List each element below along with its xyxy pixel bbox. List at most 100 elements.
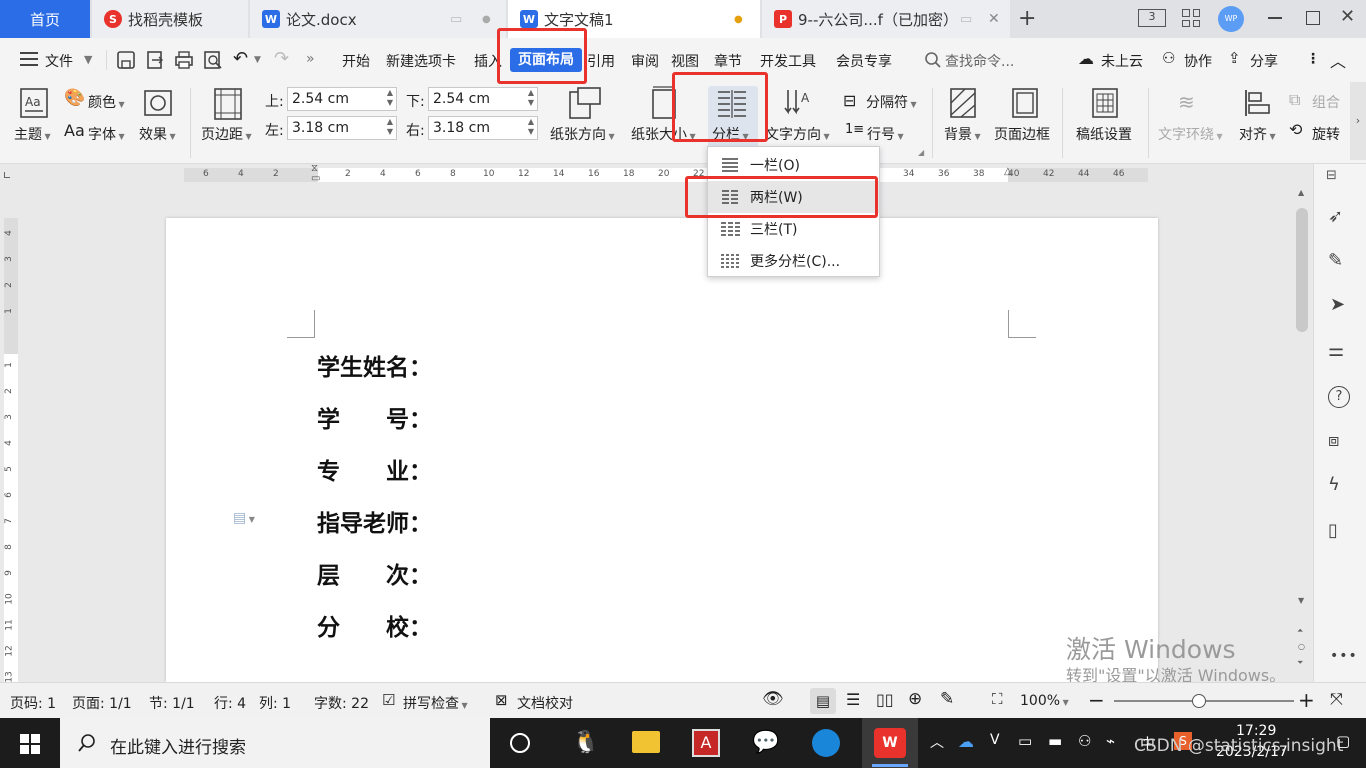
doc-line-student-id[interactable]: 学 号：	[317, 400, 432, 434]
orientation-button[interactable]: 纸张方向 ▼	[550, 124, 615, 144]
menu-chapter[interactable]: 章节	[714, 51, 742, 71]
eye-protect-icon[interactable]: 👁	[762, 689, 784, 709]
menu-start[interactable]: 开始	[342, 51, 370, 71]
avatar[interactable]: WP	[1218, 6, 1244, 32]
tab-home[interactable]: 首页	[0, 0, 90, 38]
chevron-down-icon[interactable]: ▼	[84, 53, 92, 66]
outline-view-icon[interactable]: ☰	[846, 690, 860, 709]
tray-app-icon[interactable]: V	[990, 732, 1000, 748]
layout-3-icon[interactable]: 3	[1138, 9, 1166, 27]
section-info[interactable]: 节: 1/1	[149, 693, 195, 713]
zoom-slider[interactable]	[1114, 694, 1294, 708]
close-icon[interactable]: ✕	[988, 11, 1000, 27]
doc-line-level[interactable]: 层 次：	[317, 556, 432, 590]
write-mode-icon[interactable]: ✎	[940, 689, 954, 709]
menu-developer[interactable]: 开发工具	[760, 51, 816, 71]
left-margin-input[interactable]: 3.18 cm ▲ ▼	[287, 116, 397, 140]
print-preview-icon[interactable]	[203, 50, 223, 70]
scroll-down-icon[interactable]: ▼	[1298, 596, 1304, 605]
close-window-button[interactable]: ✕	[1340, 6, 1355, 27]
menu-references[interactable]: 引用	[587, 51, 615, 71]
command-search-input[interactable]: 查找命令...	[945, 51, 1014, 71]
menu-membership[interactable]: 会员专享	[836, 51, 892, 71]
qq-icon[interactable]: 🐧	[572, 730, 599, 755]
file-explorer-icon[interactable]	[632, 731, 660, 753]
zoom-level[interactable]: 100% ▼	[1020, 693, 1069, 709]
page-code[interactable]: 页码: 1	[10, 693, 56, 713]
edge-icon[interactable]	[812, 729, 840, 757]
top-margin-input[interactable]: 2.54 cm ▲ ▼	[287, 87, 397, 111]
wechat-icon[interactable]: 💬	[752, 730, 779, 755]
expand-icon[interactable]: ◢	[918, 148, 924, 157]
orientation-icon[interactable]	[568, 86, 602, 120]
tray-expand-icon[interactable]: ︿	[930, 732, 944, 752]
scroll-thumb[interactable]	[1296, 208, 1308, 332]
pen-icon[interactable]: ✎	[1328, 250, 1343, 271]
taskbar-search-box[interactable]: 在此键入进行搜索	[60, 718, 490, 768]
wps-taskbar-button[interactable]: W	[862, 718, 918, 768]
text-direction-icon[interactable]: A	[783, 88, 813, 118]
onedrive-icon[interactable]: ☁	[958, 732, 974, 751]
doc-line-student-name[interactable]: 学生姓名：	[317, 348, 432, 382]
share-button[interactable]: 分享	[1250, 51, 1278, 71]
color-button[interactable]: 颜色 ▼	[88, 92, 125, 112]
fit-page-icon[interactable]: ⛶	[992, 690, 1003, 708]
ribbon-scroll-right-button[interactable]: ›	[1350, 82, 1366, 160]
align-button[interactable]: 对齐 ▼	[1239, 124, 1276, 144]
menu-review[interactable]: 审阅	[631, 51, 659, 71]
row-info[interactable]: 行: 4	[214, 693, 246, 713]
scroll-up-icon[interactable]: ▲	[1298, 188, 1304, 197]
zoom-out-button[interactable]: −	[1088, 688, 1105, 712]
margins-icon[interactable]	[214, 88, 242, 120]
acrobat-icon[interactable]: A	[692, 729, 720, 757]
horizontal-ruler[interactable]: 6 4 2 2 4 6 8 10 12 14 16 18 20 22 34 36…	[0, 164, 1313, 186]
rotate-button[interactable]: 旋转	[1312, 124, 1340, 144]
tab-pdf[interactable]: P 9--六公司...f（已加密） ▭ ✕	[762, 0, 1010, 38]
page-count[interactable]: 页面: 1/1	[72, 693, 132, 713]
bottom-margin-input[interactable]: 2.54 cm ▲ ▼	[428, 87, 538, 111]
line-numbers-button[interactable]: 行号 ▼	[867, 124, 904, 144]
right-margin-input[interactable]: 3.18 cm ▲ ▼	[428, 116, 538, 140]
tab-lunwen[interactable]: W 论文.docx ▭ ●	[250, 0, 506, 38]
group-button[interactable]: 组合	[1312, 92, 1340, 112]
more-options-icon[interactable]: ⋮	[1306, 51, 1320, 67]
export-icon[interactable]	[145, 50, 165, 70]
task-view-icon[interactable]	[510, 733, 530, 753]
right-indent-icon[interactable]: △	[1004, 166, 1012, 177]
help-icon[interactable]: ?	[1328, 386, 1350, 408]
web-view-icon[interactable]: ⊕	[908, 689, 922, 709]
restore-button[interactable]	[1306, 11, 1320, 25]
windows-start-icon[interactable]	[20, 734, 40, 754]
collapse-ribbon-icon[interactable]: ︿	[1330, 48, 1346, 72]
background-icon[interactable]	[950, 88, 976, 118]
cursor-icon[interactable]: ➤	[1330, 294, 1345, 315]
grid-apps-icon[interactable]	[1182, 9, 1200, 27]
theme-icon[interactable]: Aa	[20, 88, 48, 118]
print-icon[interactable]	[174, 50, 194, 70]
wrap-button[interactable]: 文字环绕 ▼	[1158, 124, 1223, 144]
paragraph-handle-icon[interactable]: ▤ ▼	[233, 510, 255, 526]
menu-view[interactable]: 视图	[671, 51, 699, 71]
vertical-scrollbar[interactable]: ▲ ▼ ⏶ ○ ⏷	[1294, 186, 1310, 682]
zoom-slider-thumb[interactable]	[1192, 694, 1206, 708]
reading-view-icon[interactable]: ▯▯	[876, 690, 894, 709]
doc-line-major[interactable]: 专 业：	[317, 452, 432, 486]
undo-icon[interactable]: ↶	[233, 48, 248, 69]
redo-icon[interactable]: ↷	[274, 48, 289, 69]
menu-new-tab[interactable]: 新建选项卡	[386, 51, 456, 71]
page-view-icon[interactable]: ▤	[810, 688, 836, 714]
columns-more-option[interactable]: 更多分栏(C)...	[708, 245, 879, 277]
background-button[interactable]: 背景 ▼	[944, 124, 981, 144]
file-menu[interactable]: 文件	[45, 51, 73, 71]
breaks-button[interactable]: 分隔符 ▼	[866, 92, 917, 112]
minimize-button[interactable]	[1268, 17, 1282, 19]
more-tools-icon[interactable]: •••	[1330, 648, 1358, 664]
doc-line-advisor[interactable]: 指导老师：	[317, 504, 432, 538]
tray-link-icon[interactable]: ⌁	[1106, 732, 1115, 750]
doc-line-branch[interactable]: 分 校：	[317, 608, 432, 642]
zoom-in-button[interactable]: +	[1298, 688, 1315, 712]
proofread-button[interactable]: 文档校对	[517, 693, 573, 713]
sliders-icon[interactable]: ⚌	[1328, 340, 1344, 361]
vertical-ruler[interactable]: 4 3 2 1 1 2 3 4 5 6 7 8 9 10 11 12 13	[0, 186, 20, 683]
bolt-icon[interactable]: ϟ	[1328, 474, 1340, 495]
